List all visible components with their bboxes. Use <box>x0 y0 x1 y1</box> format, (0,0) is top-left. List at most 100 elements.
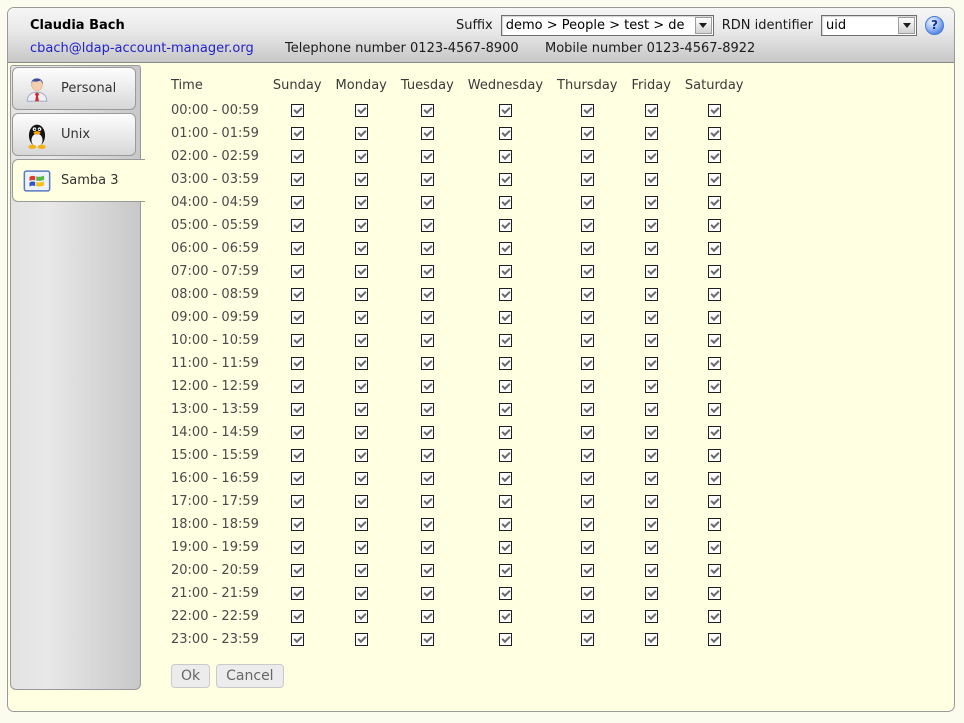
logon-hour-checkbox-tuesday-08:00[interactable] <box>421 288 434 301</box>
logon-hour-checkbox-monday-20:00[interactable] <box>355 564 368 577</box>
logon-hour-checkbox-monday-09:00[interactable] <box>355 311 368 324</box>
logon-hour-checkbox-friday-15:00[interactable] <box>645 449 658 462</box>
logon-hour-checkbox-wednesday-10:00[interactable] <box>499 334 512 347</box>
logon-hour-checkbox-thursday-00:00[interactable] <box>581 104 594 117</box>
logon-hour-checkbox-sunday-14:00[interactable] <box>291 426 304 439</box>
logon-hour-checkbox-wednesday-05:00[interactable] <box>499 219 512 232</box>
logon-hour-checkbox-thursday-13:00[interactable] <box>581 403 594 416</box>
logon-hour-checkbox-wednesday-14:00[interactable] <box>499 426 512 439</box>
logon-hour-checkbox-sunday-08:00[interactable] <box>291 288 304 301</box>
logon-hour-checkbox-tuesday-10:00[interactable] <box>421 334 434 347</box>
logon-hour-checkbox-thursday-10:00[interactable] <box>581 334 594 347</box>
logon-hour-checkbox-monday-06:00[interactable] <box>355 242 368 255</box>
logon-hour-checkbox-wednesday-09:00[interactable] <box>499 311 512 324</box>
logon-hour-checkbox-sunday-15:00[interactable] <box>291 449 304 462</box>
logon-hour-checkbox-tuesday-20:00[interactable] <box>421 564 434 577</box>
logon-hour-checkbox-tuesday-09:00[interactable] <box>421 311 434 324</box>
logon-hour-checkbox-saturday-07:00[interactable] <box>708 265 721 278</box>
logon-hour-checkbox-tuesday-18:00[interactable] <box>421 518 434 531</box>
logon-hour-checkbox-thursday-22:00[interactable] <box>581 610 594 623</box>
logon-hour-checkbox-monday-21:00[interactable] <box>355 587 368 600</box>
logon-hour-checkbox-thursday-21:00[interactable] <box>581 587 594 600</box>
logon-hour-checkbox-saturday-22:00[interactable] <box>708 610 721 623</box>
logon-hour-checkbox-thursday-05:00[interactable] <box>581 219 594 232</box>
logon-hour-checkbox-wednesday-12:00[interactable] <box>499 380 512 393</box>
logon-hour-checkbox-sunday-21:00[interactable] <box>291 587 304 600</box>
logon-hour-checkbox-thursday-03:00[interactable] <box>581 173 594 186</box>
logon-hour-checkbox-friday-18:00[interactable] <box>645 518 658 531</box>
logon-hour-checkbox-monday-22:00[interactable] <box>355 610 368 623</box>
logon-hour-checkbox-sunday-06:00[interactable] <box>291 242 304 255</box>
logon-hour-checkbox-monday-14:00[interactable] <box>355 426 368 439</box>
logon-hour-checkbox-sunday-00:00[interactable] <box>291 104 304 117</box>
logon-hour-checkbox-sunday-03:00[interactable] <box>291 173 304 186</box>
logon-hour-checkbox-wednesday-02:00[interactable] <box>499 150 512 163</box>
logon-hour-checkbox-wednesday-18:00[interactable] <box>499 518 512 531</box>
dropdown-arrow-icon[interactable] <box>898 17 915 34</box>
logon-hour-checkbox-monday-02:00[interactable] <box>355 150 368 163</box>
logon-hour-checkbox-friday-07:00[interactable] <box>645 265 658 278</box>
logon-hour-checkbox-wednesday-01:00[interactable] <box>499 127 512 140</box>
logon-hour-checkbox-sunday-07:00[interactable] <box>291 265 304 278</box>
logon-hour-checkbox-tuesday-07:00[interactable] <box>421 265 434 278</box>
logon-hour-checkbox-friday-20:00[interactable] <box>645 564 658 577</box>
logon-hour-checkbox-tuesday-11:00[interactable] <box>421 357 434 370</box>
logon-hour-checkbox-wednesday-22:00[interactable] <box>499 610 512 623</box>
logon-hour-checkbox-sunday-23:00[interactable] <box>291 633 304 646</box>
logon-hour-checkbox-friday-03:00[interactable] <box>645 173 658 186</box>
logon-hour-checkbox-wednesday-11:00[interactable] <box>499 357 512 370</box>
logon-hour-checkbox-tuesday-12:00[interactable] <box>421 380 434 393</box>
logon-hour-checkbox-monday-16:00[interactable] <box>355 472 368 485</box>
logon-hour-checkbox-friday-13:00[interactable] <box>645 403 658 416</box>
cancel-button[interactable]: Cancel <box>216 664 283 688</box>
logon-hour-checkbox-thursday-06:00[interactable] <box>581 242 594 255</box>
logon-hour-checkbox-monday-19:00[interactable] <box>355 541 368 554</box>
logon-hour-checkbox-tuesday-22:00[interactable] <box>421 610 434 623</box>
logon-hour-checkbox-tuesday-17:00[interactable] <box>421 495 434 508</box>
logon-hour-checkbox-friday-08:00[interactable] <box>645 288 658 301</box>
logon-hour-checkbox-thursday-23:00[interactable] <box>581 633 594 646</box>
logon-hour-checkbox-saturday-23:00[interactable] <box>708 633 721 646</box>
logon-hour-checkbox-friday-14:00[interactable] <box>645 426 658 439</box>
rdn-identifier-select[interactable]: uid <box>821 15 917 36</box>
logon-hour-checkbox-wednesday-17:00[interactable] <box>499 495 512 508</box>
logon-hour-checkbox-saturday-21:00[interactable] <box>708 587 721 600</box>
logon-hour-checkbox-saturday-05:00[interactable] <box>708 219 721 232</box>
logon-hour-checkbox-tuesday-19:00[interactable] <box>421 541 434 554</box>
logon-hour-checkbox-sunday-22:00[interactable] <box>291 610 304 623</box>
logon-hour-checkbox-tuesday-02:00[interactable] <box>421 150 434 163</box>
logon-hour-checkbox-monday-12:00[interactable] <box>355 380 368 393</box>
logon-hour-checkbox-thursday-04:00[interactable] <box>581 196 594 209</box>
logon-hour-checkbox-saturday-14:00[interactable] <box>708 426 721 439</box>
logon-hour-checkbox-friday-01:00[interactable] <box>645 127 658 140</box>
logon-hour-checkbox-saturday-04:00[interactable] <box>708 196 721 209</box>
logon-hour-checkbox-friday-23:00[interactable] <box>645 633 658 646</box>
logon-hour-checkbox-friday-16:00[interactable] <box>645 472 658 485</box>
logon-hour-checkbox-thursday-12:00[interactable] <box>581 380 594 393</box>
logon-hour-checkbox-monday-18:00[interactable] <box>355 518 368 531</box>
logon-hour-checkbox-thursday-08:00[interactable] <box>581 288 594 301</box>
logon-hour-checkbox-saturday-19:00[interactable] <box>708 541 721 554</box>
logon-hour-checkbox-thursday-16:00[interactable] <box>581 472 594 485</box>
logon-hour-checkbox-sunday-02:00[interactable] <box>291 150 304 163</box>
logon-hour-checkbox-friday-06:00[interactable] <box>645 242 658 255</box>
logon-hour-checkbox-monday-15:00[interactable] <box>355 449 368 462</box>
ok-button[interactable]: Ok <box>171 664 210 688</box>
logon-hour-checkbox-monday-08:00[interactable] <box>355 288 368 301</box>
logon-hour-checkbox-saturday-11:00[interactable] <box>708 357 721 370</box>
logon-hour-checkbox-thursday-07:00[interactable] <box>581 265 594 278</box>
logon-hour-checkbox-saturday-20:00[interactable] <box>708 564 721 577</box>
logon-hour-checkbox-sunday-01:00[interactable] <box>291 127 304 140</box>
logon-hour-checkbox-tuesday-00:00[interactable] <box>421 104 434 117</box>
logon-hour-checkbox-monday-07:00[interactable] <box>355 265 368 278</box>
logon-hour-checkbox-wednesday-07:00[interactable] <box>499 265 512 278</box>
logon-hour-checkbox-thursday-17:00[interactable] <box>581 495 594 508</box>
tab-unix[interactable]: Unix <box>12 113 136 156</box>
logon-hour-checkbox-sunday-17:00[interactable] <box>291 495 304 508</box>
logon-hour-checkbox-monday-03:00[interactable] <box>355 173 368 186</box>
logon-hour-checkbox-friday-00:00[interactable] <box>645 104 658 117</box>
logon-hour-checkbox-wednesday-16:00[interactable] <box>499 472 512 485</box>
logon-hour-checkbox-sunday-05:00[interactable] <box>291 219 304 232</box>
logon-hour-checkbox-friday-21:00[interactable] <box>645 587 658 600</box>
logon-hour-checkbox-saturday-12:00[interactable] <box>708 380 721 393</box>
